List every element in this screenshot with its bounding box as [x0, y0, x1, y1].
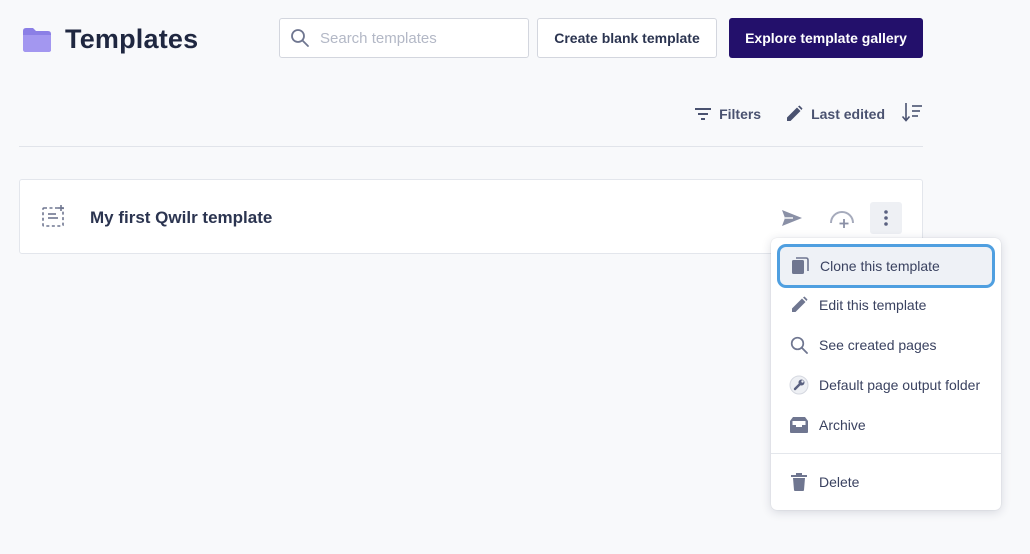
- trash-icon: [789, 472, 809, 492]
- menu-item-label: Archive: [819, 417, 866, 433]
- sort-label: Last edited: [811, 106, 885, 122]
- search-input[interactable]: [320, 29, 520, 47]
- menu-item-label: Edit this template: [819, 297, 927, 313]
- divider: [19, 146, 923, 147]
- search-icon: [789, 335, 809, 355]
- pencil-icon: [789, 295, 809, 315]
- menu-item-see-created-pages[interactable]: See created pages: [779, 326, 993, 364]
- menu-item-label: See created pages: [819, 337, 937, 353]
- create-blank-template-button[interactable]: Create blank template: [537, 18, 717, 58]
- list-toolbar: Filters Last edited: [695, 100, 923, 128]
- template-icon: [42, 205, 66, 232]
- folder-icon: [22, 27, 52, 53]
- menu-item-default-output-folder[interactable]: Default page output folder: [779, 366, 993, 404]
- filters-button[interactable]: Filters: [695, 106, 761, 122]
- filter-icon: [695, 108, 712, 120]
- search-icon: [290, 28, 310, 48]
- sort-direction-icon[interactable]: [901, 102, 923, 127]
- more-options-icon[interactable]: [870, 202, 902, 234]
- sort-by-button[interactable]: Last edited: [785, 105, 885, 123]
- page-title: Templates: [65, 24, 199, 54]
- menu-item-delete[interactable]: Delete: [779, 463, 993, 501]
- menu-item-label: Delete: [819, 474, 860, 490]
- filters-label: Filters: [719, 106, 762, 122]
- template-name[interactable]: My first Qwilr template: [90, 208, 272, 228]
- pencil-icon: [787, 105, 803, 121]
- title-wrap: Templates: [22, 24, 198, 55]
- dashboard-add-icon[interactable]: [826, 202, 858, 234]
- menu-item-label: Default page output folder: [819, 377, 981, 393]
- template-context-menu: Clone this template Edit this template S…: [771, 238, 1001, 510]
- explore-template-gallery-button[interactable]: Explore template gallery: [729, 18, 923, 58]
- archive-icon: [789, 415, 809, 435]
- send-icon[interactable]: [776, 202, 808, 234]
- wrench-icon: [789, 375, 809, 395]
- menu-item-label: Clone this template: [820, 258, 940, 274]
- search-box[interactable]: [279, 18, 529, 58]
- page-header: Templates Create blank template Explore …: [0, 0, 1030, 80]
- clone-icon: [790, 256, 810, 276]
- menu-item-clone[interactable]: Clone this template: [780, 247, 992, 285]
- menu-item-edit[interactable]: Edit this template: [779, 286, 993, 324]
- menu-item-archive[interactable]: Archive: [779, 406, 993, 444]
- menu-divider: [771, 453, 1001, 454]
